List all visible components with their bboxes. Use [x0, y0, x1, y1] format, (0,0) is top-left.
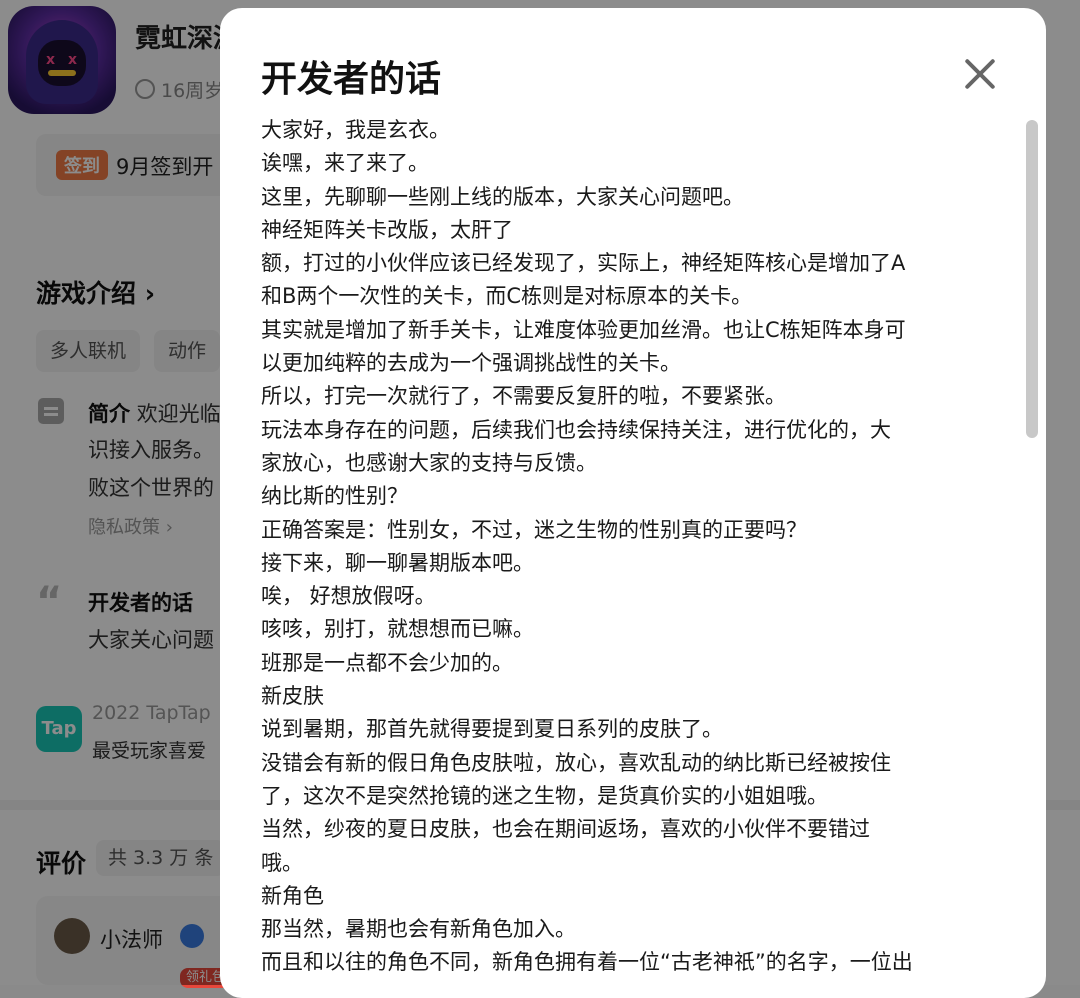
text-line: 玩法本身存在的问题，后续我们也会持续保持关注，进行优化的，大: [261, 417, 891, 442]
developer-notes-modal: 开发者的话 大家好，我是玄衣。 诶嘿，来了来了。 这里，先聊聊一些刚上线的版本，…: [220, 8, 1046, 998]
text-line: 诶嘿，来了来了。: [261, 151, 429, 176]
text-line: 哦。: [261, 850, 303, 875]
text-line: 以更加纯粹的去成为一个强调挑战性的关卡。: [261, 351, 681, 376]
text-line: 唉， 好想放假呀。: [261, 584, 436, 609]
text-line: 那当然，暑期也会有新角色加入。: [261, 917, 576, 942]
text-line: 所以，打完一次就行了，不需要反复肝的啦，不要紧张。: [261, 384, 786, 409]
text-line: 新皮肤: [261, 684, 324, 709]
text-line: 新角色: [261, 883, 324, 908]
text-line: 而且和以往的角色不同，新角色拥有着一位“古老神祇”的名字，一位出: [261, 950, 913, 975]
text-line: 班那是一点都不会少加的。: [261, 650, 513, 675]
text-line: 神经矩阵关卡改版，太肝了: [261, 217, 513, 242]
text-line: 和B两个一次性的关卡，而C栋则是对标原本的关卡。: [261, 284, 753, 309]
text-line: 纳比斯的性别？: [261, 484, 408, 509]
text-line: 这里，先聊聊一些刚上线的版本，大家关心问题吧。: [261, 184, 744, 209]
text-line: 大家好，我是玄衣。: [261, 118, 450, 142]
text-line: 额，打过的小伙伴应该已经发现了，实际上，神经矩阵核心是增加了A: [261, 251, 906, 276]
modal-title: 开发者的话: [261, 59, 442, 100]
modal-content[interactable]: 大家好，我是玄衣。 诶嘿，来了来了。 这里，先聊聊一些刚上线的版本，大家关心问题…: [261, 114, 991, 994]
text-line: 当然，纱夜的夏日皮肤，也会在期间返场，喜欢的小伙伴不要错过: [261, 817, 870, 842]
text-line: 说到暑期，那首先就得要提到夏日系列的皮肤了。: [261, 717, 723, 742]
close-icon[interactable]: [956, 50, 1004, 98]
text-line: 没错会有新的假日角色皮肤啦，放心，喜欢乱动的纳比斯已经被按住: [261, 750, 891, 775]
text-line: 正确答案是：性别女，不过，迷之生物的性别真的正要吗？: [261, 517, 807, 542]
text-line: 了，这次不是突然抢镜的迷之生物，是货真价实的小姐姐哦。: [261, 783, 828, 808]
text-line: 家放心，也感谢大家的支持与反馈。: [261, 450, 597, 475]
text-line: 接下来，聊一聊暑期版本吧。: [261, 550, 534, 575]
scrollbar[interactable]: [1026, 120, 1038, 438]
text-line: 其实就是增加了新手关卡，让难度体验更加丝滑。也让C栋矩阵本身可: [261, 317, 906, 342]
text-line: 咳咳，别打，就想想而已嘛。: [261, 617, 534, 642]
